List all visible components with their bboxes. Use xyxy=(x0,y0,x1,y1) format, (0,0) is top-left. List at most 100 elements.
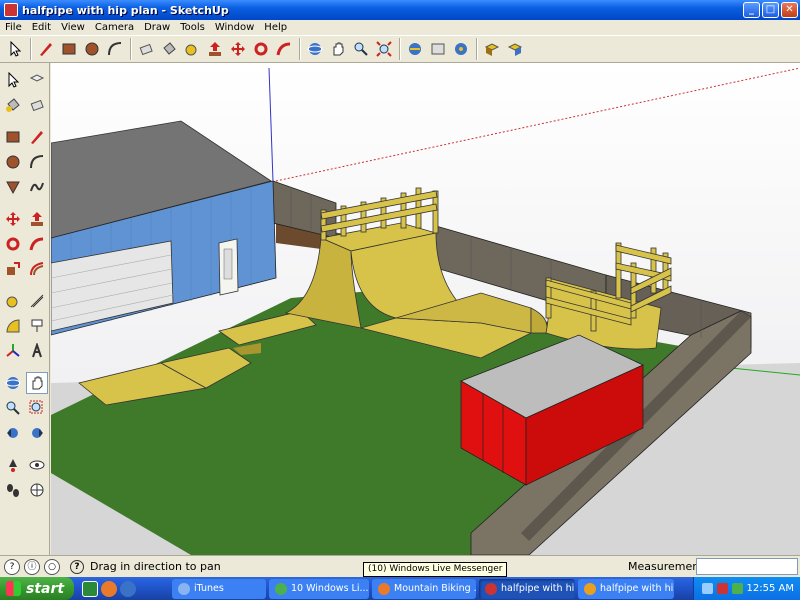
start-button[interactable]: start xyxy=(0,577,74,600)
text-icon[interactable] xyxy=(26,315,48,337)
components-icon[interactable] xyxy=(481,38,503,60)
credits-icon[interactable]: ⓘ xyxy=(24,558,40,575)
maximize-button[interactable]: □ xyxy=(762,2,779,18)
zoom-window-icon[interactable] xyxy=(26,397,48,419)
3d-text-icon[interactable] xyxy=(26,340,48,362)
firefox-icon[interactable] xyxy=(101,580,117,597)
geo-location-icon[interactable]: ? xyxy=(4,558,20,575)
look-around-icon[interactable] xyxy=(26,454,48,476)
task-windows-live[interactable]: 10 Windows Li... xyxy=(269,578,369,599)
menu-tools[interactable]: Tools xyxy=(175,22,210,33)
previous-view-icon[interactable] xyxy=(2,422,24,444)
pan-icon[interactable] xyxy=(327,38,349,60)
dimension-icon[interactable] xyxy=(26,290,48,312)
polygon-icon[interactable] xyxy=(2,176,24,198)
menu-draw[interactable]: Draw xyxy=(139,22,175,33)
select-icon[interactable] xyxy=(4,38,26,60)
pencil-icon[interactable] xyxy=(26,126,48,148)
circle-icon[interactable] xyxy=(81,38,103,60)
place-model-icon[interactable] xyxy=(450,38,472,60)
menu-file[interactable]: File xyxy=(0,22,27,33)
select-icon[interactable] xyxy=(2,69,24,91)
measurements-input[interactable] xyxy=(696,558,798,575)
pencil-icon[interactable] xyxy=(35,38,57,60)
paint-bucket-icon[interactable] xyxy=(158,38,180,60)
messenger-tray-icon[interactable] xyxy=(731,583,743,594)
follow-me-icon[interactable] xyxy=(26,233,48,255)
task-mountain-biking[interactable]: Mountain Biking ... xyxy=(372,578,476,599)
protractor-icon[interactable] xyxy=(2,315,24,337)
orbit-icon[interactable] xyxy=(304,38,326,60)
3d-scene xyxy=(51,63,800,555)
share-model-icon[interactable] xyxy=(427,38,449,60)
tool-group-gap xyxy=(2,365,48,369)
zoom-icon[interactable] xyxy=(2,397,24,419)
orbit-icon[interactable] xyxy=(2,372,24,394)
quick-launch xyxy=(82,580,168,597)
axes-icon[interactable] xyxy=(2,340,24,362)
title-bar: halfpipe with hip plan - SketchUp _ □ ✕ xyxy=(0,0,800,20)
start-label: start xyxy=(26,580,65,597)
close-button[interactable]: ✕ xyxy=(781,2,798,18)
tape-measure-icon[interactable] xyxy=(181,38,203,60)
toolbar-separator xyxy=(30,38,32,60)
minimize-button[interactable]: _ xyxy=(743,2,760,18)
help-icon[interactable]: ? xyxy=(70,559,84,574)
paint-bucket-icon[interactable] xyxy=(2,94,24,116)
rotate-icon[interactable] xyxy=(250,38,272,60)
menu-window[interactable]: Window xyxy=(210,22,259,33)
share-component-icon[interactable] xyxy=(504,38,526,60)
network-icon[interactable] xyxy=(701,583,713,594)
toolbar-separator xyxy=(476,38,478,60)
arc-icon[interactable] xyxy=(26,151,48,173)
clock[interactable]: 12:55 AM xyxy=(747,583,794,594)
position-camera-icon[interactable] xyxy=(2,454,24,476)
task-halfpipe-2[interactable]: halfpipe with hip... xyxy=(578,578,674,599)
walk-icon[interactable] xyxy=(2,479,24,501)
menu-help[interactable]: Help xyxy=(259,22,292,33)
task-itunes[interactable]: iTunes xyxy=(172,578,266,599)
model-viewport[interactable] xyxy=(51,63,800,555)
quick-launch-p-icon[interactable] xyxy=(82,580,98,597)
make-component-icon[interactable] xyxy=(26,69,48,91)
shield-icon[interactable] xyxy=(716,583,728,594)
arc-icon[interactable] xyxy=(104,38,126,60)
menu-edit[interactable]: Edit xyxy=(27,22,56,33)
eraser-icon[interactable] xyxy=(26,94,48,116)
push-pull-icon[interactable] xyxy=(26,208,48,230)
menu-camera[interactable]: Camera xyxy=(90,22,139,33)
circle-icon[interactable] xyxy=(2,151,24,173)
freehand-icon[interactable] xyxy=(26,176,48,198)
scale-icon[interactable] xyxy=(2,258,24,280)
itunes-icon xyxy=(178,582,190,595)
task-halfpipe-active[interactable]: halfpipe with hip... xyxy=(479,578,575,599)
pan-icon[interactable] xyxy=(26,372,48,394)
user-icon[interactable]: ○ xyxy=(44,558,60,575)
task-label: 10 Windows Li... xyxy=(291,583,369,594)
taskbar-tooltip: (10) Windows Live Messenger xyxy=(363,562,508,577)
offset-icon[interactable] xyxy=(26,258,48,280)
toolbar-separator xyxy=(399,38,401,60)
rectangle-icon[interactable] xyxy=(2,126,24,148)
task-label: halfpipe with hip... xyxy=(600,583,674,594)
zoom-icon[interactable] xyxy=(350,38,372,60)
status-hint: Drag in direction to pan xyxy=(90,560,221,573)
task-label: Mountain Biking ... xyxy=(394,583,476,594)
push-pull-icon[interactable] xyxy=(204,38,226,60)
move-icon[interactable] xyxy=(227,38,249,60)
tape-measure-icon[interactable] xyxy=(2,290,24,312)
eraser-icon[interactable] xyxy=(135,38,157,60)
zoom-extents-icon[interactable] xyxy=(373,38,395,60)
tool-group-gap xyxy=(2,283,48,287)
follow-me-icon[interactable] xyxy=(273,38,295,60)
rectangle-icon[interactable] xyxy=(58,38,80,60)
rotate-icon[interactable] xyxy=(2,233,24,255)
get-models-icon[interactable] xyxy=(404,38,426,60)
explorer-icon[interactable] xyxy=(120,580,136,597)
move-icon[interactable] xyxy=(2,208,24,230)
menu-view[interactable]: View xyxy=(56,22,90,33)
windows-logo-icon xyxy=(6,581,21,596)
next-view-icon[interactable] xyxy=(26,422,48,444)
section-plane-icon[interactable] xyxy=(26,479,48,501)
menu-bar: File Edit View Camera Draw Tools Window … xyxy=(0,20,800,35)
